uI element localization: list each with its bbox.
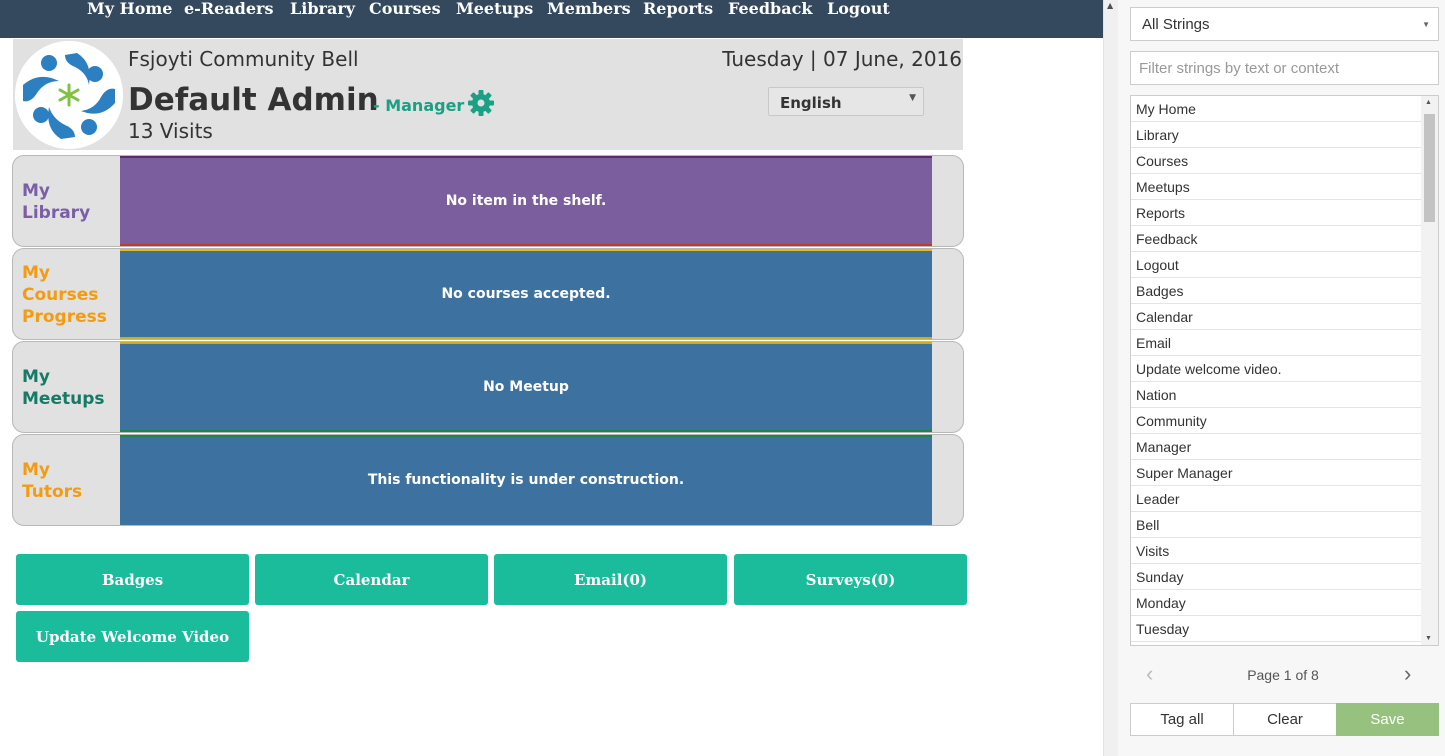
nav-logout[interactable]: Logout bbox=[827, 0, 890, 20]
list-item[interactable]: Manager bbox=[1131, 434, 1421, 460]
list-item[interactable]: Courses bbox=[1131, 148, 1421, 174]
shelf-label-line: My bbox=[22, 181, 50, 201]
list-item[interactable]: Update welcome video. bbox=[1131, 356, 1421, 382]
shelf-my-tutors: My Tutors This functionality is under co… bbox=[12, 434, 964, 526]
list-item[interactable]: Community bbox=[1131, 408, 1421, 434]
chevron-left-icon[interactable]: ‹ bbox=[1146, 663, 1153, 685]
strings-list-scrollbar[interactable]: ▲ ▼ bbox=[1421, 96, 1438, 645]
profile-header: Fsjoyti Community Bell Default Admin - M… bbox=[13, 39, 963, 150]
nav-my-home[interactable]: My Home bbox=[87, 0, 172, 20]
nav-library[interactable]: Library bbox=[290, 0, 355, 20]
list-item[interactable]: Email bbox=[1131, 330, 1421, 356]
list-item[interactable]: Library bbox=[1131, 122, 1421, 148]
nav-members[interactable]: Members bbox=[547, 0, 631, 20]
badges-button[interactable]: Badges bbox=[16, 554, 249, 605]
shelf-panel: No Meetup bbox=[120, 342, 932, 432]
chevron-down-icon: ▼ bbox=[909, 93, 916, 103]
chevron-down-icon: ▼ bbox=[1422, 20, 1430, 29]
strings-search-input[interactable] bbox=[1130, 51, 1439, 85]
page-indicator: Page 1 of 8 bbox=[1247, 667, 1319, 683]
list-item[interactable]: My Home bbox=[1131, 96, 1421, 122]
shelf-panel: No courses accepted. bbox=[120, 249, 932, 339]
shelf-label-line: Progress bbox=[22, 307, 107, 327]
save-button[interactable]: Save bbox=[1336, 703, 1439, 736]
list-item[interactable]: Super Manager bbox=[1131, 460, 1421, 486]
scroll-up-icon[interactable]: ▲ bbox=[1425, 99, 1432, 106]
list-item[interactable]: Sunday bbox=[1131, 564, 1421, 590]
shelf-label-line: My bbox=[22, 460, 50, 480]
surveys-button[interactable]: Surveys(0) bbox=[734, 554, 967, 605]
list-item[interactable]: Meetups bbox=[1131, 174, 1421, 200]
strings-panel: All Strings ▼ My HomeLibraryCoursesMeetu… bbox=[1118, 0, 1445, 756]
clear-button[interactable]: Clear bbox=[1233, 703, 1337, 736]
nav-feedback[interactable]: Feedback bbox=[728, 0, 812, 20]
list-item[interactable]: Monday bbox=[1131, 590, 1421, 616]
nav-courses[interactable]: Courses bbox=[369, 0, 441, 20]
language-value: English bbox=[780, 94, 842, 112]
shelf-label: My Library bbox=[22, 180, 90, 224]
community-name: Fsjoyti Community Bell bbox=[128, 47, 359, 71]
page-scrollbar[interactable]: ▲ bbox=[1103, 0, 1118, 756]
list-item[interactable]: Bell bbox=[1131, 512, 1421, 538]
language-select[interactable]: English ▼ bbox=[768, 87, 924, 116]
app-area: My Home e-Readers Library Courses Meetup… bbox=[0, 0, 1103, 756]
list-item[interactable]: Visits bbox=[1131, 538, 1421, 564]
shelf-message: No Meetup bbox=[483, 379, 569, 395]
strings-list: My Home Library Courses Meetups Reports Feedb… bbox=[1130, 95, 1439, 646]
list-item[interactable]: Feedback bbox=[1131, 226, 1421, 252]
shelf-panel: This functionality is under construction… bbox=[120, 435, 932, 525]
shelf-my-library: My Library No item in the shelf. bbox=[12, 155, 964, 247]
current-date: Tuesday | 07 June, 2016 bbox=[722, 47, 962, 71]
list-item[interactable]: Leader bbox=[1131, 486, 1421, 512]
shelf-label: My Courses Progress bbox=[22, 262, 107, 328]
shelf-label: My Tutors bbox=[22, 459, 82, 503]
shelf-label: My Meetups bbox=[22, 366, 105, 410]
shelf-my-courses-progress: My Courses Progress No courses accepted. bbox=[12, 248, 964, 340]
list-item[interactable]: Logout bbox=[1131, 252, 1421, 278]
list-item[interactable]: Reports bbox=[1131, 200, 1421, 226]
user-name: Default Admin bbox=[128, 82, 379, 118]
scroll-up-icon[interactable]: ▲ bbox=[1107, 1, 1113, 10]
gear-icon[interactable] bbox=[467, 89, 495, 117]
scroll-down-icon[interactable]: ▼ bbox=[1425, 635, 1432, 642]
update-welcome-video-button[interactable]: Update Welcome Video bbox=[16, 611, 249, 662]
list-item[interactable]: Calendar bbox=[1131, 304, 1421, 330]
shelf-panel: No item in the shelf. bbox=[120, 156, 932, 246]
shelf-label-line: Meetups bbox=[22, 389, 105, 409]
strings-filter-value: All Strings bbox=[1142, 16, 1210, 33]
shelf-my-meetups: My Meetups No Meetup bbox=[12, 341, 964, 433]
shelf-label-line: Courses bbox=[22, 285, 99, 305]
shelf-label-line: Library bbox=[22, 203, 91, 223]
shelf-message: No courses accepted. bbox=[441, 286, 611, 302]
tag-all-button[interactable]: Tag all bbox=[1130, 703, 1234, 736]
email-button[interactable]: Email(0) bbox=[494, 554, 727, 605]
top-nav: My Home e-Readers Library Courses Meetup… bbox=[0, 0, 1103, 38]
user-role: - Manager bbox=[373, 96, 465, 115]
list-item[interactable]: Nation bbox=[1131, 382, 1421, 408]
nav-reports[interactable]: Reports bbox=[643, 0, 713, 20]
nav-meetups[interactable]: Meetups bbox=[456, 0, 533, 20]
scroll-thumb[interactable] bbox=[1424, 114, 1435, 222]
calendar-button[interactable]: Calendar bbox=[255, 554, 488, 605]
chevron-right-icon[interactable]: › bbox=[1404, 663, 1411, 685]
list-item[interactable]: Badges bbox=[1131, 278, 1421, 304]
shelf-label-line: My bbox=[22, 263, 50, 283]
shelf-message: No item in the shelf. bbox=[445, 193, 607, 209]
community-logo bbox=[15, 41, 123, 149]
shelf-label-line: My bbox=[22, 367, 50, 387]
shelf-label-line: Tutors bbox=[22, 482, 83, 502]
visit-count: 13 Visits bbox=[128, 119, 213, 143]
list-item[interactable]: Tuesday bbox=[1131, 616, 1421, 642]
nav-e-readers[interactable]: e-Readers bbox=[184, 0, 273, 20]
strings-filter-select[interactable]: All Strings ▼ bbox=[1130, 7, 1439, 41]
shelf-message: This functionality is under construction… bbox=[367, 472, 685, 488]
